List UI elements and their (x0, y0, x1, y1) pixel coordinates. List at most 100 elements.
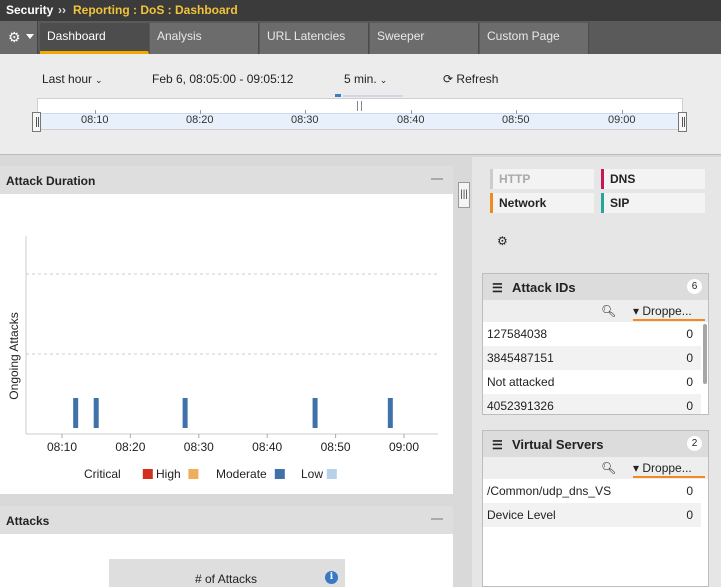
panel-header: Attack Duration (0, 166, 453, 194)
chart-bar[interactable] (93, 398, 99, 428)
y-axis-label: Ongoing Attacks (7, 312, 21, 399)
chart-bar[interactable] (182, 398, 188, 428)
row-value: 0 (686, 327, 693, 341)
refresh-button[interactable]: ⟳ Refresh (443, 72, 498, 86)
x-tick-label: 08:40 (252, 440, 282, 454)
tab-label: Dashboard (47, 29, 106, 43)
tab-label: URL Latencies (267, 29, 346, 43)
panel-splitter[interactable]: ||| (455, 157, 472, 587)
range-tick: 09:00 (608, 110, 636, 126)
widget-header: ☰ Virtual Servers 2 (483, 431, 708, 457)
info-icon[interactable]: i (325, 571, 338, 584)
attack-ids-widget: ☰ Attack IDs 6 🔍︎ ▾ Droppe... 127584038 0… (482, 273, 709, 415)
protocol-label: DNS (610, 172, 636, 186)
sort-dropdown[interactable]: ▾ Droppe... (633, 461, 705, 478)
count-badge: 2 (687, 436, 702, 451)
virtual-servers-widget: ☰ Virtual Servers 2 🔍︎ ▾ Droppe... /Comm… (482, 430, 709, 587)
period-select[interactable]: Last hour ⌄ (42, 72, 103, 86)
sort-label: Droppe... (642, 304, 692, 318)
gear-icon: ⚙ (8, 29, 21, 45)
chart-bar[interactable] (73, 398, 79, 428)
legend-label: Moderate (216, 467, 267, 481)
settings-menu-button[interactable]: ⚙ (0, 21, 38, 54)
search-icon[interactable]: 🔍︎ (601, 461, 616, 475)
collapse-grip[interactable]: ||| (458, 182, 470, 208)
time-range-selection[interactable] (38, 113, 682, 129)
row-value: 0 (686, 399, 693, 413)
legend-swatch[interactable] (188, 469, 199, 479)
range-end-handle[interactable] (678, 112, 687, 132)
x-tick-label: 08:30 (184, 440, 214, 454)
refresh-label: Refresh (456, 72, 499, 86)
list-item[interactable]: 3845487151 0 (483, 346, 701, 370)
tab-url-latencies[interactable]: URL Latencies (260, 23, 369, 54)
protocol-dns[interactable]: DNS (601, 169, 705, 189)
x-tick-label: 08:50 (321, 440, 351, 454)
panel-header: Attacks (0, 506, 453, 534)
menu-icon[interactable]: ☰ (492, 281, 503, 295)
breadcrumb-separator: ›› (58, 3, 66, 17)
tab-label: Custom Page (487, 29, 560, 43)
row-key: 127584038 (487, 327, 548, 341)
range-tick: 08:30 (291, 110, 319, 126)
list-item[interactable]: /Common/udp_dns_VS 0 (483, 479, 701, 503)
minimize-icon[interactable] (431, 518, 443, 520)
row-value: 0 (686, 351, 693, 365)
sort-label: Droppe... (642, 461, 692, 475)
widget-header: ☰ Attack IDs 6 (483, 274, 708, 300)
interval-label: 5 min. (344, 72, 377, 86)
menu-icon[interactable]: ☰ (492, 438, 503, 452)
widget-title: Attack IDs (512, 280, 576, 295)
legend-label: Critical (84, 467, 121, 481)
protocol-label: HTTP (499, 172, 531, 186)
range-start-handle[interactable] (32, 112, 41, 132)
list-item[interactable]: Not attacked 0 (483, 370, 701, 394)
range-drag-grip[interactable] (357, 101, 362, 111)
panel-title: Attacks (6, 514, 50, 528)
range-indicator-track (343, 95, 403, 97)
legend-swatch[interactable] (142, 469, 153, 479)
row-value: 0 (686, 375, 693, 389)
row-key: 3845487151 (487, 351, 554, 365)
scrollbar[interactable] (703, 324, 707, 384)
widget-title: Virtual Servers (512, 437, 604, 452)
tab-analysis[interactable]: Analysis (150, 23, 259, 54)
time-range-bar: Last hour ⌄ Feb 6, 08:05:00 - 09:05:12 5 … (0, 54, 721, 155)
list-item[interactable]: Device Level 0 (483, 503, 701, 527)
minimize-icon[interactable] (431, 178, 443, 180)
title-bar: Security ›› Reporting : DoS : Dashboard (0, 0, 721, 21)
tab-custom-page[interactable]: Custom Page (480, 23, 589, 54)
protocol-sip[interactable]: SIP (601, 193, 705, 213)
tab-label: Analysis (157, 29, 202, 43)
chart-bar[interactable] (387, 398, 393, 428)
list-item[interactable]: 127584038 0 (483, 322, 701, 346)
panel-title: Attack Duration (6, 174, 96, 188)
tab-sweeper[interactable]: Sweeper (370, 23, 479, 54)
x-tick-label: 08:20 (115, 440, 145, 454)
breadcrumb-section[interactable]: Security (6, 3, 53, 17)
interval-select[interactable]: 5 min. ⌄ (344, 72, 387, 86)
search-icon[interactable]: 🔍︎ (601, 304, 616, 318)
sort-dropdown[interactable]: ▾ Droppe... (633, 304, 705, 321)
row-key: Device Level (487, 508, 556, 522)
protocol-http[interactable]: HTTP (490, 169, 594, 189)
widget-toolbar: 🔍︎ ▾ Droppe... (483, 457, 708, 479)
tab-bar: ⚙ Dashboard Analysis URL Latencies Sweep… (0, 21, 721, 54)
range-tick: 08:10 (81, 110, 109, 126)
chevron-down-icon: ⌄ (95, 75, 103, 85)
tab-dashboard[interactable]: Dashboard (40, 23, 149, 54)
chart-bar[interactable] (312, 398, 318, 428)
tab-label: Sweeper (377, 29, 425, 43)
legend-swatch[interactable] (274, 469, 285, 479)
row-key: /Common/udp_dns_VS (487, 484, 612, 498)
row-key: 4052391326 (487, 399, 554, 413)
range-tick: 08:50 (502, 110, 530, 126)
column-header[interactable]: # of Attacks (195, 572, 257, 586)
list-item[interactable]: 4052391326 0 (483, 394, 701, 414)
legend-swatch[interactable] (326, 469, 337, 479)
protocol-network[interactable]: Network (490, 193, 594, 213)
breadcrumb-path[interactable]: Reporting : DoS : Dashboard (73, 3, 238, 17)
gear-icon[interactable]: ⚙ (497, 234, 508, 248)
attacks-panel: Attacks # of Attacks i (0, 506, 453, 587)
period-label: Last hour (42, 72, 93, 86)
